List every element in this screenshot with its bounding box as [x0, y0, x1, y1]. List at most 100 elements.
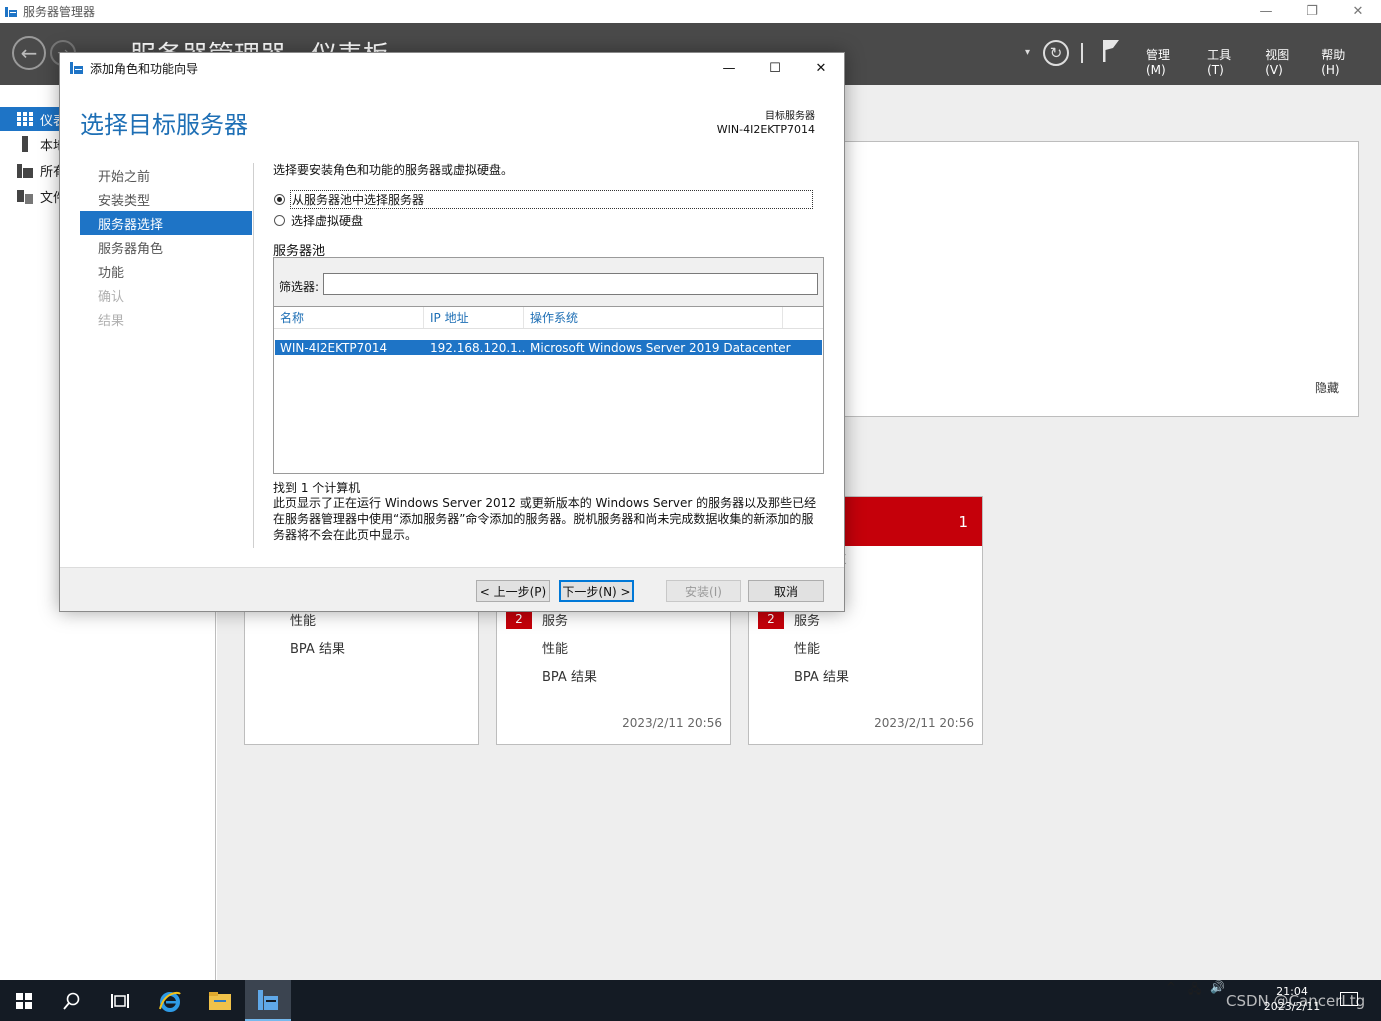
server-manager-icon [70, 61, 83, 74]
all-servers-icon [16, 162, 34, 178]
notifications-flag-icon[interactable] [1101, 38, 1121, 64]
next-button[interactable]: 下一步(N) > [559, 580, 634, 602]
column-header-name[interactable]: 名称 [274, 307, 424, 328]
app-titlebar: 服务器管理器 — ❐ ✕ [0, 0, 1381, 23]
cell-server-name: WIN-4I2EKTP7014 [280, 340, 388, 355]
info-note: 此页显示了正在运行 Windows Server 2012 或更新版本的 Win… [273, 496, 817, 542]
minimize-button[interactable]: — [1243, 0, 1289, 23]
column-header-extra [783, 307, 823, 328]
chevron-down-icon[interactable]: ▾ [1025, 47, 1030, 58]
restore-button[interactable]: ❐ [1289, 0, 1335, 23]
windows-start-icon [16, 992, 32, 1009]
table-header: 名称 IP 地址 操作系统 [274, 307, 823, 329]
filter-label: 筛选器: [279, 280, 320, 294]
wizard-close-button[interactable]: ✕ [798, 53, 844, 83]
found-count: 找到 1 个计算机 [273, 481, 361, 495]
notification-center-icon[interactable] [1340, 992, 1358, 1006]
filter-bar: 筛选器: [274, 258, 823, 307]
refresh-button[interactable]: ↻ [1043, 40, 1069, 66]
wizard-steps: 开始之前 安装类型 服务器选择 服务器角色 功能 确认 结果 [80, 163, 252, 331]
menu-manage[interactable]: 管理(M) [1146, 46, 1189, 77]
tile-count: 1 [958, 512, 968, 531]
wizard-maximize-button[interactable]: ☐ [752, 53, 798, 83]
destination-server: 目标服务器 WIN-4I2EKTP7014 [717, 107, 815, 136]
search-button[interactable] [48, 980, 96, 1021]
menu-view[interactable]: 视图(V) [1265, 46, 1306, 77]
close-button[interactable]: ✕ [1335, 0, 1381, 23]
internet-explorer-icon [159, 991, 181, 1012]
wizard-minimize-button[interactable]: — [706, 53, 752, 83]
cancel-button[interactable]: 取消 [748, 580, 824, 602]
tile-timestamp: 2023/2/11 20:56 [622, 716, 722, 730]
install-button: 安装(I) [666, 580, 741, 602]
tile-row-bpa[interactable]: BPA 结果 [290, 638, 345, 657]
server-manager-icon [258, 989, 278, 1010]
menu-tools[interactable]: 工具(T) [1207, 46, 1247, 77]
file-explorer-button[interactable] [196, 980, 244, 1021]
task-view-button[interactable] [96, 980, 144, 1021]
filter-input[interactable] [323, 273, 818, 295]
step-features[interactable]: 功能 [80, 259, 252, 283]
menu-bar: 管理(M) 工具(T) 视图(V) 帮助(H) [1146, 46, 1381, 77]
radio-server-pool[interactable]: 从服务器池中选择服务器 [274, 190, 813, 209]
tile-row-performance[interactable]: 性能 [542, 638, 568, 657]
step-server-selection[interactable]: 服务器选择 [80, 211, 252, 235]
column-header-ip[interactable]: IP 地址 [424, 307, 524, 328]
clock[interactable]: 21:04 2023/2/11 [1262, 984, 1322, 1014]
wizard-title: 添加角色和功能向导 [90, 61, 199, 76]
tile-row-bpa[interactable]: BPA 结果 [794, 666, 849, 685]
step-server-roles[interactable]: 服务器角色 [80, 235, 252, 259]
radio-virtual-disk[interactable]: 选择虚拟硬盘 [274, 212, 363, 229]
back-button[interactable]: ← [12, 36, 46, 70]
page-title: 选择目标服务器 [80, 111, 248, 139]
task-view-icon [111, 993, 129, 1008]
clock-time: 21:04 [1276, 985, 1308, 998]
local-server-icon [16, 136, 34, 152]
column-header-os[interactable]: 操作系统 [524, 307, 783, 328]
radio-button-checked[interactable] [274, 194, 285, 205]
hide-link[interactable]: 隐藏 [1315, 379, 1339, 396]
alert-count-badge: 2 [506, 609, 532, 629]
tile-row-bpa[interactable]: BPA 结果 [542, 666, 597, 685]
internet-explorer-button[interactable] [146, 980, 194, 1021]
tile-row-performance[interactable]: 性能 [290, 610, 316, 629]
wizard-titlebar: 添加角色和功能向导 — ☐ ✕ [60, 53, 844, 83]
clock-date: 2023/2/11 [1263, 1000, 1321, 1013]
header-separator [1081, 43, 1083, 63]
server-pool-list: 筛选器: 名称 IP 地址 操作系统 WIN-4I2EKTP7014 192.1… [273, 257, 824, 474]
server-manager-taskbar-button[interactable] [245, 980, 291, 1021]
destination-value: WIN-4I2EKTP7014 [716, 123, 815, 136]
wizard-content: 选择要安装角色和功能的服务器或虚拟硬盘。 从服务器池中选择服务器 选择虚拟硬盘 … [273, 161, 825, 542]
radio-button[interactable] [274, 215, 285, 226]
radio-label: 选择虚拟硬盘 [291, 214, 364, 228]
tile-row-services[interactable]: 服务 [794, 610, 820, 629]
step-before-you-begin[interactable]: 开始之前 [80, 163, 252, 187]
radio-label: 从服务器池中选择服务器 [290, 190, 813, 209]
refresh-icon: ↻ [1049, 44, 1063, 62]
file-storage-icon [16, 188, 34, 204]
step-installation-type[interactable]: 安装类型 [80, 187, 252, 211]
start-button[interactable] [0, 980, 48, 1021]
cell-ip-address: 192.168.120.1... [430, 340, 525, 355]
cell-operating-system: Microsoft Windows Server 2019 Datacenter [530, 340, 791, 355]
steps-divider [253, 163, 254, 548]
step-results: 结果 [98, 313, 125, 329]
wizard-footer: < 上一步(P) 下一步(N) > 安装(I) 取消 [60, 567, 844, 611]
table-row[interactable]: WIN-4I2EKTP7014 192.168.120.1... Microso… [275, 340, 822, 355]
menu-help[interactable]: 帮助(H) [1321, 46, 1363, 77]
taskbar: ^ 🖧 🔊 CSDN @CancerLtg 21:04 2023/2/11 [0, 980, 1381, 1021]
back-arrow-icon: ← [20, 41, 38, 65]
step-confirmation: 确认 [98, 289, 125, 305]
tile-timestamp: 2023/2/11 20:56 [874, 716, 974, 730]
alert-count-badge: 2 [758, 609, 784, 629]
add-roles-wizard: 添加角色和功能向导 — ☐ ✕ 选择目标服务器 目标服务器 WIN-4I2EKT… [59, 52, 845, 612]
tile-row-services[interactable]: 服务 [542, 610, 568, 629]
intro-text: 选择要安装角色和功能的服务器或虚拟硬盘。 [273, 163, 514, 177]
dashboard-icon [16, 111, 34, 127]
destination-label: 目标服务器 [765, 111, 815, 122]
tile-row-performance[interactable]: 性能 [794, 638, 820, 657]
search-icon [63, 992, 80, 1010]
previous-button[interactable]: < 上一步(P) [476, 580, 550, 602]
file-explorer-icon [209, 991, 231, 1010]
app-title: 服务器管理器 [23, 5, 96, 19]
